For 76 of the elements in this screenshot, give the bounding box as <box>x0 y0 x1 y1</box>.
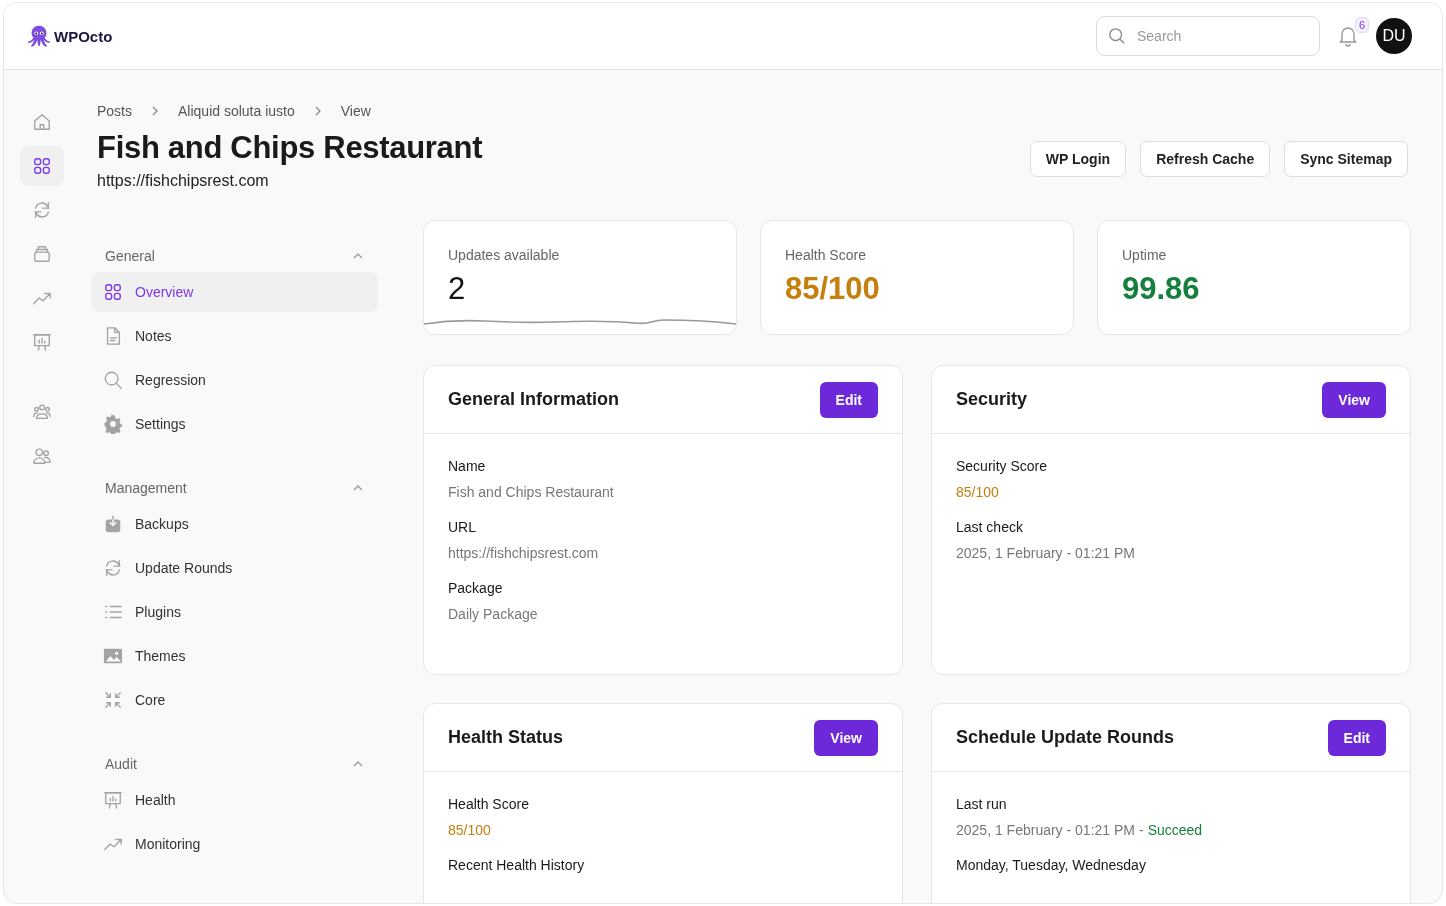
field-label: Last check <box>956 519 1024 535</box>
nav-item[interactable]: Monitoring <box>91 824 378 864</box>
card-title: Security <box>956 389 1028 410</box>
card-title: Health Status <box>448 727 564 748</box>
download-icon <box>103 514 123 534</box>
nav-item[interactable]: Notes <box>91 316 378 356</box>
stat-value: 99.86 <box>1122 271 1201 307</box>
field-value: 85/100 <box>956 484 999 500</box>
breadcrumb-link[interactable]: Posts <box>97 103 132 119</box>
nav-item[interactable]: Update Rounds <box>91 548 378 588</box>
nav-item[interactable]: Overview <box>91 272 378 312</box>
grid-icon <box>32 156 52 176</box>
nav-item[interactable]: Health <box>91 780 378 820</box>
gear-icon <box>103 414 123 434</box>
field-value: 85/100 <box>448 822 491 838</box>
chart-board-icon <box>32 332 52 352</box>
section-title: Audit <box>105 756 137 772</box>
group-icon <box>32 402 52 422</box>
nav-item[interactable]: Themes <box>91 636 378 676</box>
separator-text: - <box>1139 822 1144 838</box>
notification-count: 6 <box>1354 17 1369 33</box>
breadcrumb-link[interactable]: Aliquid soluta iusto <box>178 103 295 119</box>
card-action-button[interactable]: Edit <box>1327 719 1386 756</box>
field-label: Name <box>448 458 487 474</box>
field-label: Last run <box>956 796 1008 812</box>
field-label: Package <box>448 580 504 596</box>
breadcrumb-link[interactable]: View <box>340 103 371 119</box>
section-title: Management <box>105 480 187 496</box>
archive-icon <box>32 244 52 264</box>
nav-item[interactable]: Backups <box>91 504 378 544</box>
logo[interactable]: WPOcto <box>27 24 113 48</box>
stat-label: Updates available <box>448 247 561 263</box>
grid-icon <box>103 282 123 302</box>
section-title: General <box>105 248 155 264</box>
compress-icon <box>103 690 123 710</box>
field-value: Daily Package <box>448 606 538 622</box>
refresh-icon <box>103 558 123 578</box>
status-text: Succeed <box>1147 822 1203 838</box>
stat-label: Health Score <box>785 247 867 263</box>
field-label: Monday, Tuesday, Wednesday <box>956 857 1147 873</box>
action-button[interactable]: WP Login <box>1029 141 1127 177</box>
search-icon <box>103 370 123 390</box>
card-action-button[interactable]: Edit <box>819 381 878 418</box>
chevron-up-icon[interactable] <box>352 760 364 768</box>
image-icon <box>103 646 123 666</box>
field-label: Security Score <box>956 458 1049 474</box>
action-button[interactable]: Refresh Cache <box>1140 141 1271 177</box>
card-action-button[interactable]: View <box>814 719 878 756</box>
rail-button[interactable] <box>20 146 64 186</box>
user-avatar[interactable]: DU <box>1376 18 1412 54</box>
chevron-up-icon[interactable] <box>352 252 364 260</box>
octopus-logo-icon <box>27 24 51 48</box>
home-icon <box>32 112 52 132</box>
site-url: https://fishchipsrest.com <box>97 172 270 190</box>
nav-item[interactable]: Plugins <box>91 592 378 632</box>
nav-item[interactable]: Settings <box>91 404 378 444</box>
card-title: General Information <box>448 389 620 410</box>
field-label: Health Score <box>448 796 530 812</box>
stat-label: Uptime <box>1122 247 1168 263</box>
stat-value: 85/100 <box>785 271 881 307</box>
field-label: URL <box>448 519 477 535</box>
users-icon <box>32 446 52 466</box>
chevron-right-icon <box>150 105 160 117</box>
bell-icon[interactable] <box>1338 25 1358 47</box>
chevron-up-icon[interactable] <box>352 484 364 492</box>
card-action-button[interactable]: View <box>1322 381 1386 418</box>
stat-value: 2 <box>448 271 467 307</box>
page-title: Fish and Chips Restaurant <box>97 130 483 166</box>
refresh-icon <box>32 200 52 220</box>
search-field[interactable]: Search <box>1096 16 1320 56</box>
chart-board-icon <box>103 790 123 810</box>
card-title: Schedule Update Rounds <box>956 727 1175 748</box>
action-button[interactable]: Sync Sitemap <box>1284 141 1408 177</box>
nav-item[interactable]: Regression <box>91 360 378 400</box>
nav-item[interactable]: Core <box>91 680 378 720</box>
field-label: Recent Health History <box>448 857 586 873</box>
